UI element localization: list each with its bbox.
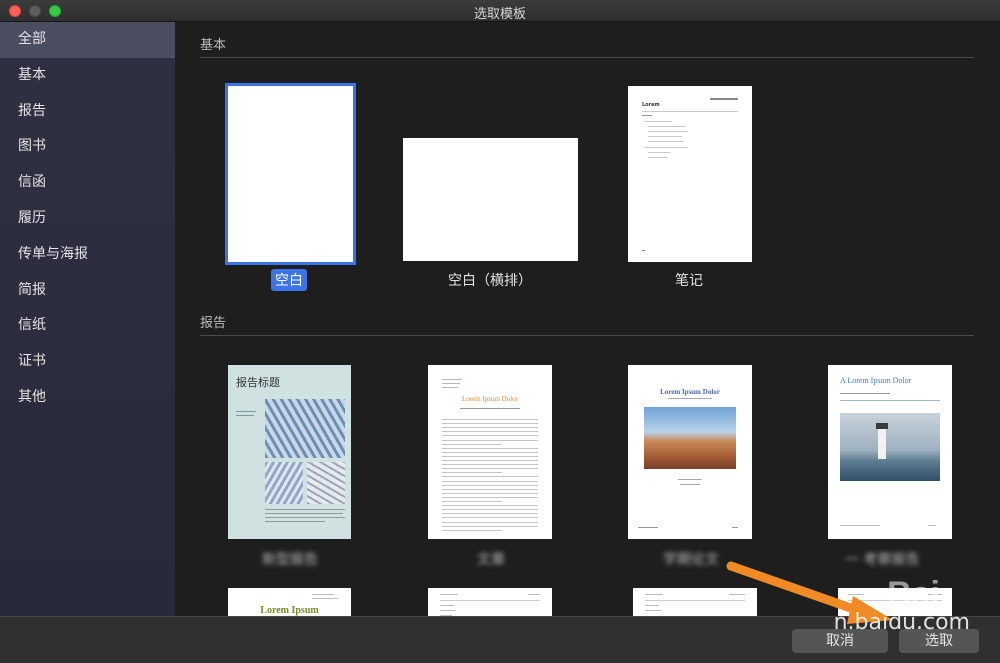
template-term-paper[interactable]: Lorem Ipsum Dolor	[628, 365, 752, 539]
watermark-logo: Bai	[887, 575, 940, 613]
row3-cover-title: Lorem Ipsum	[260, 605, 319, 616]
sidebar-item-flyers-posters[interactable]: 传单与海报	[0, 237, 175, 273]
template-gallery: 基本 空白 空白（横排） Lorem 笔记 报告 报告标题 新型报告 Lorem…	[175, 22, 1000, 616]
section-title-basic: 基本	[200, 38, 227, 53]
section-divider	[200, 335, 974, 336]
notes-title: Lorem	[642, 102, 660, 108]
essay-text-line	[442, 419, 538, 420]
template-notes[interactable]: Lorem	[628, 86, 752, 262]
essay-text-line	[442, 521, 538, 523]
category-sidebar: 全部 基本 报告 图书 信函 履历 传单与海报 简报 信纸 证书 其他	[0, 22, 175, 616]
section-title-reports: 报告	[200, 316, 227, 331]
essay-text-line	[442, 431, 538, 433]
sidebar-item-reports[interactable]: 报告	[0, 94, 175, 130]
essay-text-line	[442, 455, 538, 457]
essay-text-line	[442, 488, 538, 490]
field-report-cover-title: A Lorem Ipsum Dolor	[840, 376, 912, 385]
template-blank-landscape[interactable]	[403, 138, 578, 261]
sidebar-item-letters[interactable]: 信函	[0, 165, 175, 201]
template-label-blank-landscape[interactable]: 空白（横排）	[415, 270, 565, 290]
field-report-photo-lighthouse	[840, 413, 940, 481]
essay-text-line	[442, 492, 538, 494]
report-photo-architecture	[265, 399, 345, 458]
essay-text-line	[442, 505, 538, 507]
template-row3-1[interactable]: Lorem Ipsum	[228, 588, 351, 616]
essay-text-line	[442, 464, 538, 466]
window-title: 选取模板	[473, 7, 526, 22]
essay-text-line	[442, 439, 538, 441]
template-label-term-paper[interactable]: 学期论文	[663, 549, 719, 569]
template-blank[interactable]	[225, 83, 356, 265]
essay-text-line	[442, 501, 502, 502]
report-photo-dome	[265, 462, 303, 504]
term-paper-cover-title: Lorem Ipsum Dolor	[660, 388, 720, 396]
essay-text-line	[442, 451, 538, 453]
sidebar-item-books[interactable]: 图书	[0, 129, 175, 165]
essay-text-line	[442, 427, 538, 429]
essay-text-line	[442, 468, 538, 470]
sidebar-item-all[interactable]: 全部	[0, 22, 175, 58]
sidebar-item-basic[interactable]: 基本	[0, 58, 175, 94]
essay-text-line	[442, 476, 538, 478]
template-label-modern-report[interactable]: 新型报告	[262, 549, 318, 569]
essay-text-line	[442, 480, 538, 482]
essay-text-line	[442, 443, 502, 445]
template-essay[interactable]: Lorem Ipsum Dolor	[428, 365, 552, 539]
section-divider	[200, 57, 974, 58]
report-photo-ceiling	[307, 462, 345, 504]
sidebar-item-certificates[interactable]: 证书	[0, 344, 175, 380]
template-field-report[interactable]: A Lorem Ipsum Dolor	[828, 365, 952, 539]
sidebar-item-resumes[interactable]: 履历	[0, 201, 175, 237]
essay-text-line	[442, 513, 538, 515]
sidebar-item-newsletters[interactable]: 简报	[0, 273, 175, 309]
essay-text-line	[442, 447, 538, 449]
essay-text-line	[442, 423, 538, 425]
sidebar-item-other[interactable]: 其他	[0, 380, 175, 416]
term-paper-photo-canyon	[644, 407, 736, 469]
essay-text-line	[442, 484, 538, 486]
essay-text-line	[442, 496, 538, 498]
essay-text-line	[442, 509, 538, 511]
template-label-blank[interactable]: 空白	[271, 269, 307, 291]
essay-text-line	[442, 460, 538, 461]
modern-report-cover-title: 报告标题	[236, 376, 280, 389]
essay-text-line	[442, 525, 538, 527]
watermark-text: n.baidu.com	[833, 610, 970, 635]
essay-text-line	[442, 517, 538, 519]
sidebar-item-stationery[interactable]: 信纸	[0, 308, 175, 344]
template-label-notes[interactable]: 笔记	[675, 270, 703, 290]
essay-text-line	[442, 472, 502, 474]
template-label-essay[interactable]: 文章	[477, 549, 505, 569]
essay-text-line	[442, 435, 538, 437]
template-row3-2[interactable]	[428, 588, 552, 616]
title-bar: 选取模板	[0, 0, 1000, 22]
essay-text-line	[442, 529, 502, 531]
essay-cover-title: Lorem Ipsum Dolor	[462, 395, 518, 403]
template-modern-report[interactable]: 报告标题	[228, 365, 351, 539]
